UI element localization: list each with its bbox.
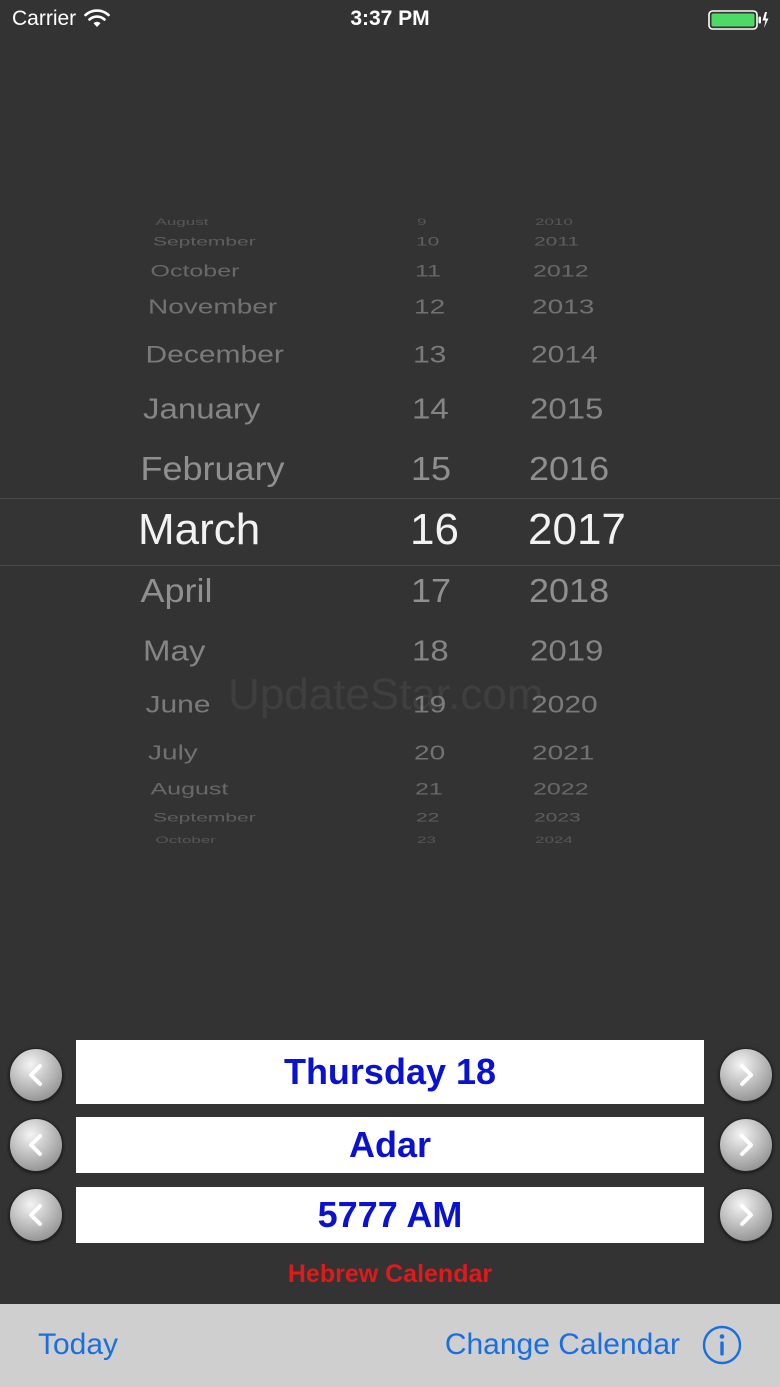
chevron-left-icon	[29, 1064, 42, 1086]
picker-day: 13	[413, 341, 447, 368]
app-screen: Carrier 3:37 PM August 9 2010 September 10 20…	[0, 0, 780, 1387]
picker-day: 22	[416, 811, 440, 826]
picker-day: 17	[411, 571, 452, 611]
picker-year: 2010	[535, 216, 573, 227]
picker-day: 10	[416, 235, 440, 250]
picker-year: 2016	[529, 449, 610, 489]
picker-row[interactable]: August 21 2022	[0, 780, 780, 800]
picker-month: February	[140, 449, 285, 489]
picker-year: 2013	[532, 295, 595, 319]
today-button[interactable]: Today	[38, 1328, 118, 1362]
chevron-right-icon	[740, 1064, 753, 1086]
chevron-left-icon	[29, 1134, 42, 1156]
next-month-button[interactable]	[719, 1118, 773, 1172]
month-display: Adar	[76, 1117, 704, 1173]
picker-year: 2015	[530, 392, 604, 425]
picker-day: 18	[412, 634, 449, 667]
picker-row-selected[interactable]: March 16 2017	[0, 505, 780, 558]
picker-row[interactable]: November 12 2013	[0, 296, 780, 320]
picker-day: 23	[417, 834, 436, 845]
picker-day: 9	[417, 216, 427, 227]
picker-month: September	[153, 811, 256, 826]
picker-row[interactable]: April 17 2018	[0, 572, 780, 612]
picker-month: June	[145, 691, 211, 718]
chevron-left-icon	[29, 1204, 42, 1226]
info-icon[interactable]	[702, 1325, 742, 1365]
picker-month: January	[143, 392, 261, 425]
picker-row[interactable]: January 14 2015	[0, 393, 780, 427]
picker-year: 2012	[533, 262, 589, 281]
next-day-button[interactable]	[719, 1048, 773, 1102]
bottom-toolbar: Today Change Calendar	[0, 1304, 780, 1387]
battery-icon	[708, 10, 769, 30]
picker-row[interactable]: September 22 2023	[0, 812, 780, 827]
picker-row[interactable]: July 20 2021	[0, 742, 780, 766]
picker-row[interactable]: August 9 2010	[0, 216, 780, 227]
picker-year: 2011	[534, 235, 580, 250]
picker-year: 2018	[529, 571, 610, 611]
calendar-type-label: Hebrew Calendar	[287, 1260, 493, 1288]
picker-month: March	[138, 504, 261, 554]
picker-month: August	[150, 780, 229, 799]
month-value: Adar	[348, 1124, 432, 1165]
picker-year: 2024	[535, 834, 573, 845]
picker-month: December	[145, 341, 284, 368]
picker-month: August	[155, 216, 209, 227]
picker-row[interactable]: May 18 2019	[0, 635, 780, 669]
year-display: 5777 AM	[76, 1187, 704, 1243]
picker-row[interactable]: December 13 2014	[0, 342, 780, 370]
picker-month: May	[143, 634, 206, 667]
status-time: 3:37 PM	[350, 7, 430, 30]
picker-day: 11	[415, 262, 441, 281]
picker-month: April	[140, 571, 213, 611]
next-year-button[interactable]	[719, 1188, 773, 1242]
picker-year: 2022	[533, 780, 589, 799]
picker-row[interactable]: February 15 2016	[0, 450, 780, 490]
date-picker[interactable]: August 9 2010 September 10 2011 October 11 2012 N…	[0, 210, 780, 850]
picker-day: 15	[411, 449, 452, 489]
picker-day: 12	[414, 295, 446, 319]
picker-day: 21	[415, 780, 443, 799]
year-value: 5777 AM	[317, 1194, 463, 1235]
picker-month: September	[153, 235, 256, 250]
picker-day: 20	[414, 741, 446, 765]
watermark-text: UpdateStar.com	[228, 670, 544, 719]
picker-row[interactable]: October 11 2012	[0, 262, 780, 282]
change-calendar-button[interactable]: Change Calendar	[445, 1328, 680, 1362]
previous-year-button[interactable]	[9, 1188, 63, 1242]
picker-month: November	[148, 295, 278, 319]
picker-year: 2019	[530, 634, 604, 667]
day-value: Thursday 18	[283, 1051, 497, 1092]
picker-row[interactable]: October 23 2024	[0, 834, 780, 845]
picker-month: October	[150, 262, 240, 281]
previous-day-button[interactable]	[9, 1048, 63, 1102]
picker-year: 2014	[531, 341, 598, 368]
previous-month-button[interactable]	[9, 1118, 63, 1172]
picker-year: 2023	[534, 811, 581, 826]
picker-year: 2021	[532, 741, 595, 765]
picker-year: 2017	[528, 504, 626, 554]
picker-month: October	[155, 834, 216, 845]
picker-row[interactable]: September 10 2011	[0, 236, 780, 251]
chevron-right-icon	[740, 1204, 753, 1226]
day-display: Thursday 18	[76, 1040, 704, 1104]
picker-month: July	[148, 741, 198, 765]
picker-day: 16	[410, 504, 459, 554]
picker-day: 14	[412, 392, 449, 425]
chevron-right-icon	[740, 1134, 753, 1156]
status-bar: Carrier 3:37 PM	[0, 0, 780, 40]
